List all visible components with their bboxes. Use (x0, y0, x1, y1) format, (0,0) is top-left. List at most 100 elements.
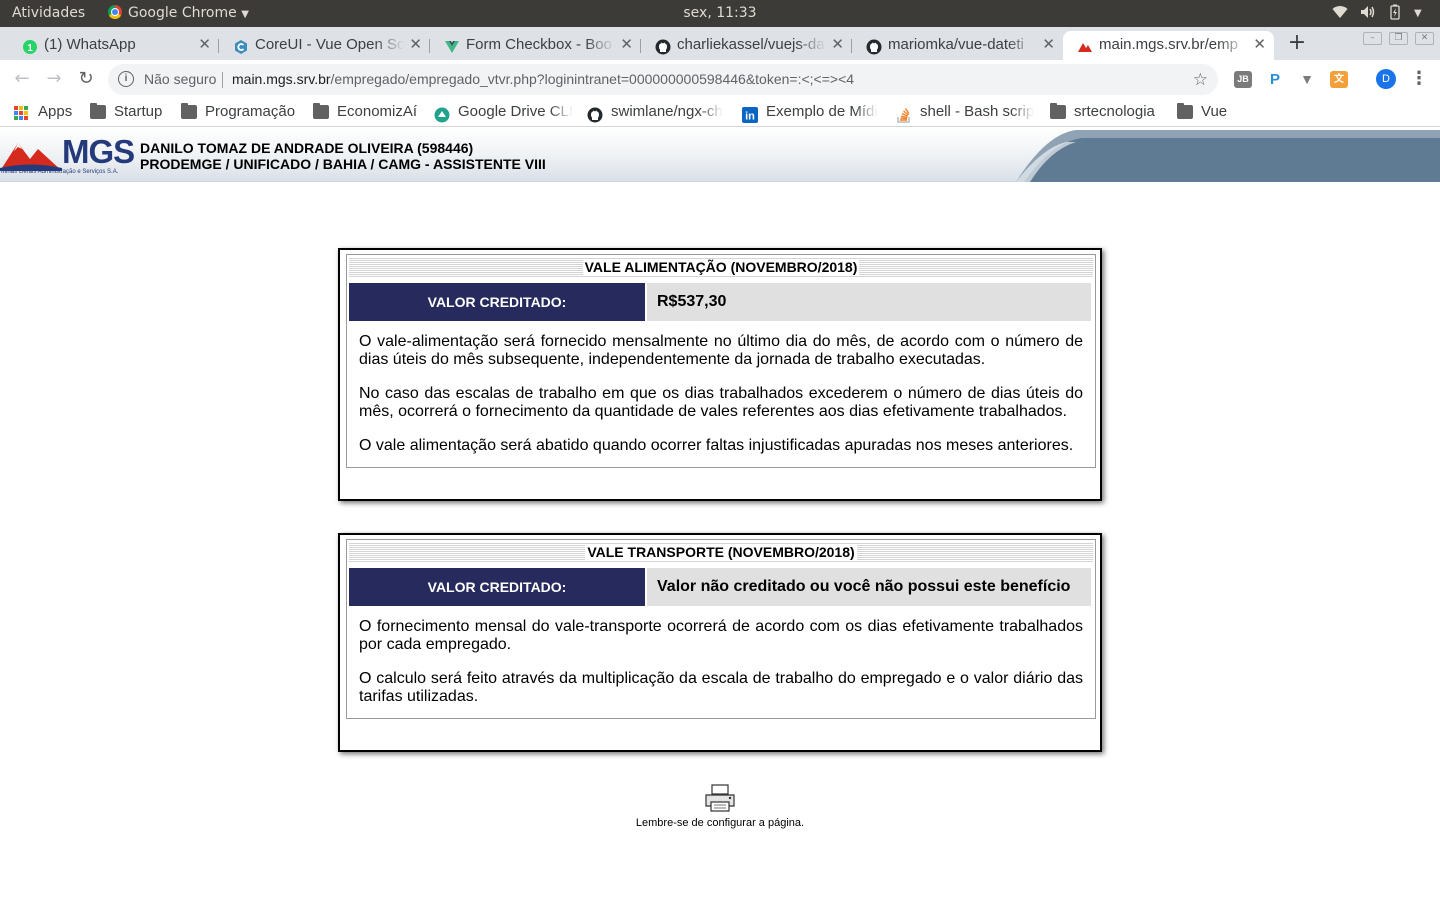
printer-icon[interactable] (704, 784, 736, 812)
tab-label: (1) WhatsApp (44, 36, 136, 53)
meal-voucher-title: VALE ALIMENTAÇÃO (NOVEMBRO/2018) (582, 259, 860, 275)
bookmark-apps[interactable]: Apps (14, 98, 84, 126)
bookmark-folder-srtecnologia[interactable]: srtecnologia (1050, 98, 1170, 126)
github-icon (587, 105, 603, 123)
tab-whatsapp[interactable]: 1 (1) WhatsApp ✕ (8, 31, 219, 60)
tab-mgs-active[interactable]: main.mgs.srv.br/emp ✕ (1063, 31, 1274, 60)
close-icon[interactable]: ✕ (198, 31, 211, 58)
profile-avatar[interactable]: D (1376, 69, 1396, 89)
bookmark-google-drive-cli[interactable]: Google Drive CLI (434, 98, 572, 126)
value-row: VALOR CREDITADO: Valor não creditado ou … (349, 568, 1093, 606)
bookmark-swimlane-ngx-charts[interactable]: swimlane/ngx-ch (587, 98, 725, 126)
bookmark-label: shell - Bash scrip (920, 103, 1035, 120)
bookmark-folder-startup[interactable]: Startup (90, 98, 175, 126)
tab-strip: 1 (1) WhatsApp ✕ CoreUI - Vue Open So ✕ … (0, 27, 1440, 60)
close-icon[interactable]: ✕ (409, 31, 422, 58)
card-title-bar: VALE ALIMENTAÇÃO (NOVEMBRO/2018) (349, 257, 1093, 277)
bookmark-folder-vue[interactable]: Vue (1177, 98, 1237, 126)
back-button[interactable]: ← (8, 65, 36, 93)
translate-extension-icon[interactable]: 文 (1330, 71, 1348, 88)
close-icon[interactable]: ✕ (831, 31, 844, 58)
forward-button[interactable]: → (40, 65, 68, 93)
drive-icon (434, 105, 450, 123)
transport-voucher-value: Valor não creditado ou você não possui e… (647, 568, 1091, 606)
folder-icon (90, 103, 106, 119)
description-paragraph: No caso das escalas de trabalho em que o… (359, 385, 1083, 420)
mgs-logo[interactable]: MGS Minas Gerais Administração e Serviço… (0, 133, 136, 179)
transport-voucher-panel: VALE TRANSPORTE (NOVEMBRO/2018) VALOR CR… (346, 539, 1096, 719)
jetbrains-extension-icon[interactable]: JB (1234, 71, 1252, 88)
bookmark-label: srtecnologia (1074, 103, 1155, 120)
github-icon (655, 37, 671, 55)
browser-toolbar: ← → ↻ i Não seguro main.mgs.srv.br/empre… (0, 60, 1440, 98)
bookmark-star-icon[interactable]: ☆ (1193, 64, 1208, 95)
meal-voucher-card: VALE ALIMENTAÇÃO (NOVEMBRO/2018) VALOR C… (338, 248, 1102, 501)
security-indicator[interactable]: Não seguro (144, 64, 216, 95)
bookmark-label: Programação (205, 103, 296, 120)
tab-label: main.mgs.srv.br/emp (1099, 36, 1238, 53)
transport-voucher-description: O fornecimento mensal do vale-transporte… (347, 606, 1095, 718)
window-close-button[interactable]: ✕ (1415, 32, 1434, 45)
linkedin-icon: in (742, 105, 758, 123)
mgs-icon (1077, 37, 1093, 53)
meal-voucher-description: O vale-alimentação será fornecido mensal… (347, 321, 1095, 467)
apps-icon (14, 106, 30, 120)
url-host: main.mgs.srv.br (232, 71, 331, 87)
bookmark-label: Startup (114, 103, 163, 120)
bookmark-label: EconomizAí (337, 103, 418, 120)
info-icon[interactable]: i (118, 71, 134, 87)
window-restore-button[interactable]: ❐ (1389, 32, 1408, 45)
new-tab-button[interactable]: + (1284, 30, 1310, 56)
vue-icon (444, 37, 460, 53)
chrome-menu-icon[interactable]: ⋮ (1410, 65, 1428, 93)
tab-vue-datetime[interactable]: mariomka/vue-dateti ✕ (852, 31, 1063, 60)
volume-icon[interactable] (1360, 0, 1376, 27)
bookmark-label: Google Drive CLI (458, 103, 572, 120)
transport-voucher-title: VALE TRANSPORTE (NOVEMBRO/2018) (585, 544, 857, 560)
tab-label: Form Checkbox - Boo (466, 36, 612, 53)
close-icon[interactable]: ✕ (1253, 31, 1266, 58)
window-minimize-button[interactable]: – (1363, 32, 1382, 45)
close-icon[interactable]: ✕ (620, 31, 633, 58)
folder-icon (181, 103, 197, 119)
bookmark-label: swimlane/ngx-ch (611, 103, 723, 120)
stackoverflow-icon (896, 105, 912, 123)
wifi-icon[interactable] (1332, 0, 1348, 27)
description-paragraph: O vale alimentação será abatido quando o… (359, 437, 1074, 454)
employee-name: DANILO TOMAZ DE ANDRADE OLIVEIRA (598446… (140, 140, 474, 156)
url-text[interactable]: main.mgs.srv.br/empregado/empregado_vtvr… (232, 64, 854, 95)
tab-form-checkbox[interactable]: Form Checkbox - Boo ✕ (430, 31, 641, 60)
vue-devtools-extension-icon[interactable]: ▼ (1298, 71, 1316, 88)
reload-button[interactable]: ↻ (72, 65, 100, 93)
tab-label: mariomka/vue-dateti (888, 36, 1024, 53)
transport-voucher-card: VALE TRANSPORTE (NOVEMBRO/2018) VALOR CR… (338, 533, 1102, 752)
tab-coreui[interactable]: CoreUI - Vue Open So ✕ (219, 31, 430, 60)
close-icon[interactable]: ✕ (1042, 31, 1055, 58)
pushbullet-extension-icon[interactable]: P (1266, 71, 1284, 88)
address-bar[interactable]: i Não seguro main.mgs.srv.br/empregado/e… (108, 64, 1218, 95)
bookmark-folder-economizai[interactable]: EconomizAí (313, 98, 425, 126)
employee-department: PRODEMGE / UNIFICADO / BAHIA / CAMG - AS… (140, 156, 546, 172)
bookmark-exemplo-de-midia[interactable]: in Exemplo de Mídi (742, 98, 880, 126)
bookmark-folder-programacao[interactable]: Programação (181, 98, 305, 126)
bookmark-label: Exemplo de Mídi (766, 103, 878, 120)
github-icon (866, 37, 882, 55)
value-label: VALOR CREDITADO: (349, 568, 645, 606)
system-top-bar: Atividades Google Chrome ▼ sex, 11:33 ▼ (0, 0, 1440, 27)
tab-vuejs-datepicker[interactable]: charliekassel/vuejs-da ✕ (641, 31, 852, 60)
value-label: VALOR CREDITADO: (349, 283, 645, 321)
page-header: MGS Minas Gerais Administração e Serviço… (0, 128, 1440, 182)
mgs-mountain-logo-icon (0, 143, 62, 171)
bookmarks-bar: Apps Startup Programação EconomizAí Goog… (0, 98, 1440, 127)
folder-icon (1050, 103, 1066, 119)
meal-voucher-panel: VALE ALIMENTAÇÃO (NOVEMBRO/2018) VALOR C… (346, 254, 1096, 468)
clock[interactable]: sex, 11:33 (0, 0, 1440, 27)
description-paragraph: O calculo será feito através da multipli… (359, 670, 1083, 705)
bookmark-shell-bash-script[interactable]: shell - Bash scrip (896, 98, 1036, 126)
tab-label: CoreUI - Vue Open So (255, 36, 404, 53)
battery-icon[interactable] (1390, 0, 1400, 27)
description-paragraph: O vale-alimentação será fornecido mensal… (359, 333, 1083, 368)
system-menu-chevron-icon[interactable]: ▼ (1414, 0, 1422, 27)
meal-voucher-value: R$537,30 (647, 283, 1091, 321)
logo-tagline: Minas Gerais Administração e Serviços S.… (1, 169, 119, 175)
